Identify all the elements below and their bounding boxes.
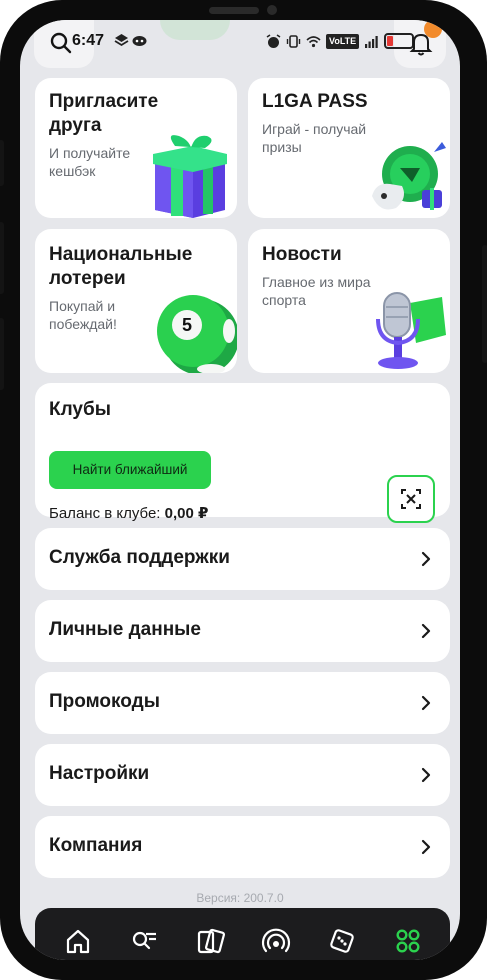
invite-friend-card[interactable]: Пригласите друга И получайте кешбэк bbox=[35, 78, 237, 218]
home-icon[interactable] bbox=[63, 926, 93, 956]
menu-item-personal-data[interactable]: Личные данные bbox=[35, 600, 450, 662]
front-camera bbox=[267, 5, 277, 15]
live-icon[interactable] bbox=[261, 926, 291, 956]
search-icon[interactable] bbox=[50, 32, 72, 54]
casino-icon[interactable] bbox=[327, 926, 357, 956]
news-card[interactable]: Новости Главное из мира спорта bbox=[248, 229, 450, 373]
cards-icon[interactable] bbox=[195, 926, 225, 956]
vibrate-icon bbox=[286, 34, 301, 48]
menu-item-company[interactable]: Компания bbox=[35, 816, 450, 878]
club-balance-label: Баланс в клубе: bbox=[49, 505, 161, 522]
alarm-icon bbox=[266, 33, 281, 48]
chevron-right-icon bbox=[421, 551, 431, 567]
side-button bbox=[0, 318, 4, 390]
chevron-right-icon bbox=[421, 839, 431, 855]
phone-frame: 6:47 VoLTE Пригласите друга И получайте … bbox=[0, 0, 487, 980]
status-bar: 6:47 VoLTE bbox=[20, 20, 460, 68]
gift-box-icon bbox=[153, 135, 227, 218]
menu-item-promocodes[interactable]: Промокоды bbox=[35, 672, 450, 734]
volte-icon: VoLTE bbox=[326, 33, 360, 49]
chevron-right-icon bbox=[421, 695, 431, 711]
lottery-ball-icon: 5 bbox=[157, 295, 237, 373]
microphone-icon bbox=[376, 292, 446, 369]
app-version: Версия: 200.7.0 bbox=[196, 891, 284, 905]
club-balance-value: 0,00 ₽ bbox=[164, 505, 209, 522]
search-list-icon[interactable] bbox=[129, 926, 159, 956]
bell-icon[interactable] bbox=[408, 30, 434, 56]
app-screen: 6:47 VoLTE Пригласите друга И получайте … bbox=[20, 20, 460, 960]
signal-icon bbox=[365, 35, 378, 48]
qr-scan-icon bbox=[401, 489, 421, 509]
menu-item-label: Настройки bbox=[49, 763, 150, 784]
card-subtitle: И получайте кешбэк bbox=[49, 145, 131, 179]
menu-item-label: Личные данные bbox=[49, 619, 201, 640]
card-title: Национальные лотереи bbox=[49, 244, 193, 289]
bottom-tab-bar bbox=[35, 908, 450, 960]
card-title: Новости bbox=[262, 244, 342, 265]
side-button bbox=[0, 140, 4, 186]
card-title: Пригласите друга bbox=[49, 91, 159, 136]
menu-grid-icon[interactable] bbox=[393, 926, 423, 956]
chevron-right-icon bbox=[421, 767, 431, 783]
stack-icon bbox=[114, 34, 129, 47]
speaker-grille bbox=[209, 7, 259, 14]
clubs-title: Клубы bbox=[49, 399, 111, 420]
wifi-icon bbox=[306, 35, 321, 47]
menu-item-label: Промокоды bbox=[49, 691, 160, 712]
card-title: L1GA PASS bbox=[262, 91, 368, 112]
power-button bbox=[482, 245, 487, 363]
club-balance: Баланс в клубе: 0,00 ₽ bbox=[49, 504, 208, 522]
national-lotteries-card[interactable]: Национальные лотереи Покупай и побеждай!… bbox=[35, 229, 237, 373]
status-icons-left bbox=[114, 33, 147, 48]
menu-item-label: Компания bbox=[49, 835, 143, 856]
menu-item-support[interactable]: Служба поддержки bbox=[35, 528, 450, 590]
gamepad-prize-icon bbox=[372, 142, 446, 210]
header-decoration bbox=[160, 20, 230, 40]
status-icons-right: VoLTE bbox=[266, 33, 415, 49]
qr-scan-button[interactable] bbox=[387, 475, 435, 523]
menu-item-settings[interactable]: Настройки bbox=[35, 744, 450, 806]
find-nearest-club-button[interactable]: Найти ближайший bbox=[49, 451, 211, 489]
menu-item-label: Служба поддержки bbox=[49, 547, 230, 568]
card-subtitle: Главное из мира спорта bbox=[262, 274, 371, 308]
game-icon bbox=[132, 36, 147, 46]
liga-pass-card[interactable]: L1GA PASS Играй - получай призы bbox=[248, 78, 450, 218]
status-time: 6:47 bbox=[72, 32, 105, 49]
lottery-ball-number: 5 bbox=[182, 315, 192, 335]
card-subtitle: Покупай и побеждай! bbox=[49, 298, 117, 332]
side-button bbox=[0, 222, 4, 294]
chevron-right-icon bbox=[421, 623, 431, 639]
